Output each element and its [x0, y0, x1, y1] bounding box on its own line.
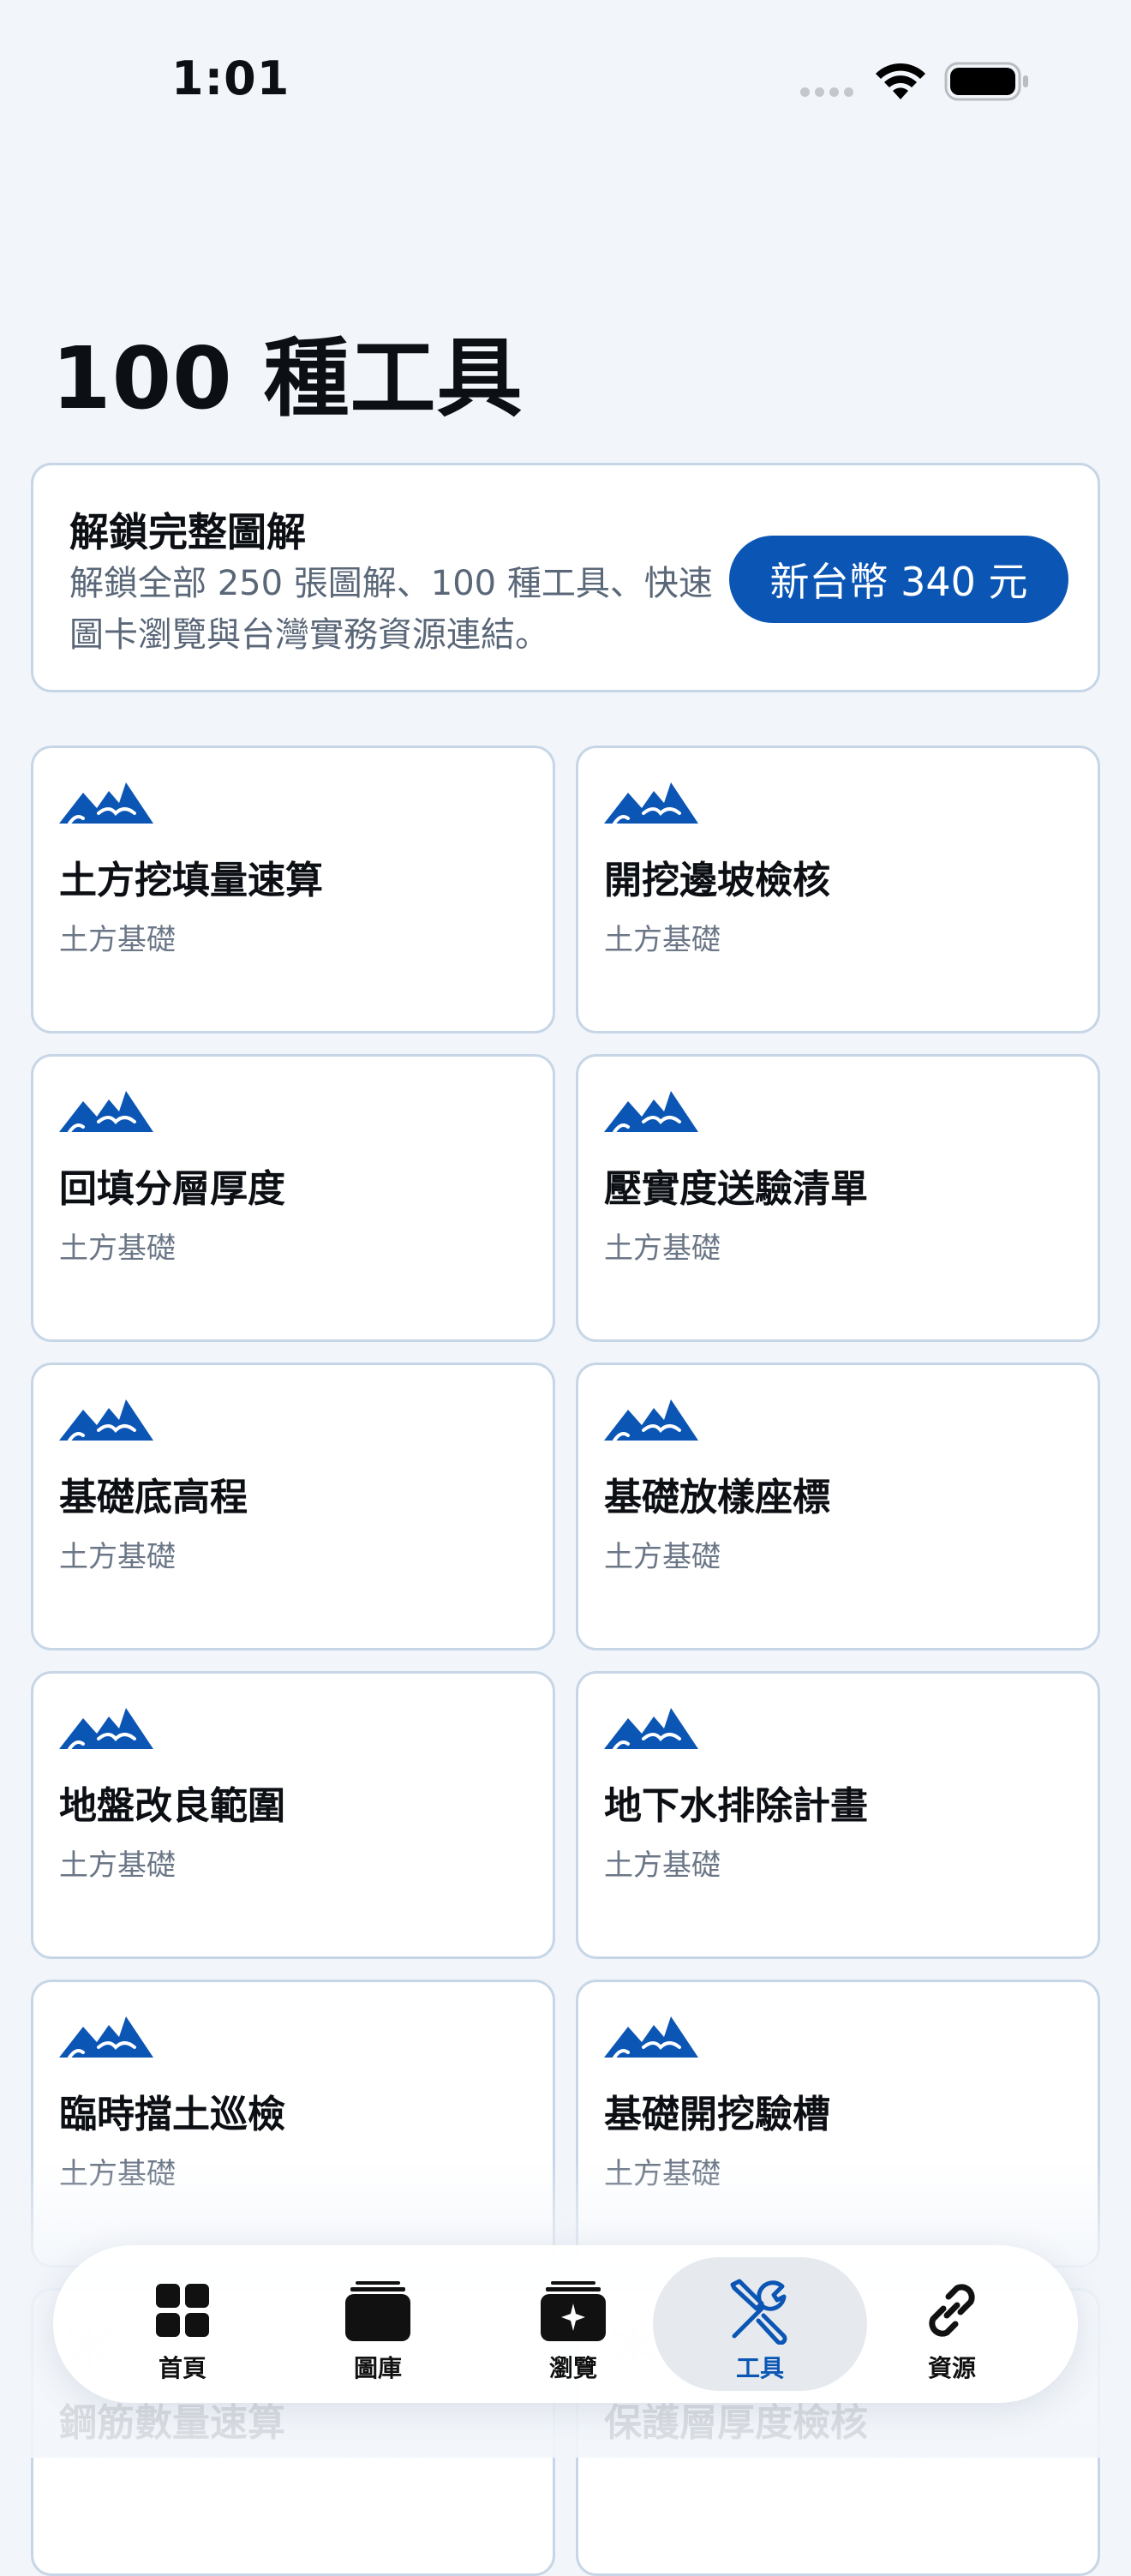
tab-label: 瀏覽: [548, 2354, 597, 2382]
tab-resources[interactable]: 資源: [845, 2257, 1059, 2391]
stack-icon: [344, 2276, 412, 2345]
mountain-icon: [604, 1396, 698, 1444]
tool-card[interactable]: 基礎開挖驗槽土方基礎: [576, 1980, 1100, 2267]
grid-icon: [148, 2276, 217, 2345]
tool-name: 地下水排除計畫: [604, 1784, 868, 1828]
unlock-card: 解鎖完整圖解 解鎖全部 250 張圖解、100 種工具、快速圖卡瀏覽與台灣實務資…: [31, 463, 1100, 692]
tool-name: 臨時擋土巡檢: [59, 2093, 285, 2136]
tool-name: 壓實度送驗清單: [604, 1167, 868, 1211]
tool-category: 土方基礎: [604, 2157, 721, 2191]
tool-card[interactable]: 基礎底高程 土方基礎: [31, 1363, 555, 1650]
tab-home[interactable]: 首頁: [75, 2257, 290, 2391]
tool-name: 基礎放樣座標: [604, 1476, 830, 1519]
purchase-button[interactable]: 新台幣 340 元: [729, 536, 1068, 623]
tool-card[interactable]: 回填分層厚度土方基礎: [31, 1054, 555, 1342]
tool-name: 回填分層厚度: [59, 1167, 285, 1211]
page-title: 100 種工具: [51, 328, 524, 428]
tab-browse[interactable]: 瀏覽: [466, 2257, 680, 2391]
tool-category: 土方基礎: [604, 1848, 721, 1883]
wifi-icon: [876, 63, 925, 99]
mountain-icon: [59, 1704, 153, 1752]
tool-name: 開挖邊坡檢核: [604, 859, 830, 902]
tab-label: 首頁: [158, 2354, 206, 2382]
tool-name: 土方挖填量速算: [59, 859, 323, 902]
link-icon: [918, 2276, 986, 2345]
status-time: 1:01: [171, 51, 290, 105]
tool-category: 土方基礎: [604, 1231, 721, 1266]
mountain-icon: [59, 2013, 153, 2061]
unlock-title: 解鎖完整圖解: [69, 509, 306, 555]
mountain-icon: [59, 779, 153, 827]
battery-icon: [944, 62, 1028, 101]
mountain-icon: [59, 1087, 153, 1135]
tool-name: 地盤改良範圍: [59, 1784, 285, 1828]
tab-label: 工具: [735, 2354, 784, 2382]
mountain-icon: [604, 779, 698, 827]
signal-dots-icon: [800, 84, 859, 100]
tools-icon: [726, 2276, 794, 2345]
tool-card[interactable]: 基礎放樣座標土方基礎: [576, 1363, 1100, 1650]
tool-card[interactable]: 臨時擋土巡檢土方基礎: [31, 1980, 555, 2267]
tool-card[interactable]: 地下水排除計畫土方基礎: [576, 1671, 1100, 1959]
tool-name: 基礎開挖驗槽: [604, 2093, 830, 2136]
mountain-icon: [604, 1704, 698, 1752]
unlock-description: 解鎖全部 250 張圖解、100 種工具、快速圖卡瀏覽與台灣實務資源連結。: [69, 564, 713, 655]
tool-card[interactable]: 開挖邊坡檢核土方基礎: [576, 746, 1100, 1033]
tool-name: 基礎底高程: [59, 1476, 248, 1519]
tab-bar: 首頁 圖庫 瀏覽 工具 資源: [53, 2245, 1078, 2403]
mountain-icon: [604, 2013, 698, 2061]
tool-card[interactable]: 地盤改良範圍土方基礎: [31, 1671, 555, 1959]
status-bar: 1:01: [0, 0, 1131, 163]
tab-gallery[interactable]: 圖庫: [271, 2257, 485, 2391]
tab-tools[interactable]: 工具: [653, 2257, 867, 2391]
tab-label: 資源: [927, 2354, 976, 2382]
tool-card[interactable]: 土方挖填量速算土方基礎: [31, 746, 555, 1033]
tool-card[interactable]: 壓實度送驗清單土方基礎: [576, 1054, 1100, 1342]
tool-category: 土方基礎: [59, 923, 176, 957]
tab-label: 圖庫: [353, 2354, 402, 2382]
tool-category: 土方基礎: [59, 1540, 176, 1574]
tool-category: 土方基礎: [604, 923, 721, 957]
mountain-icon: [59, 1396, 153, 1444]
tool-category: 土方基礎: [604, 1540, 721, 1574]
sparkle-stack-icon: [539, 2276, 607, 2345]
tool-category: 土方基礎: [59, 1848, 176, 1883]
tool-category: 土方基礎: [59, 1231, 176, 1266]
tool-category: 土方基礎: [59, 2157, 176, 2191]
mountain-icon: [604, 1087, 698, 1135]
